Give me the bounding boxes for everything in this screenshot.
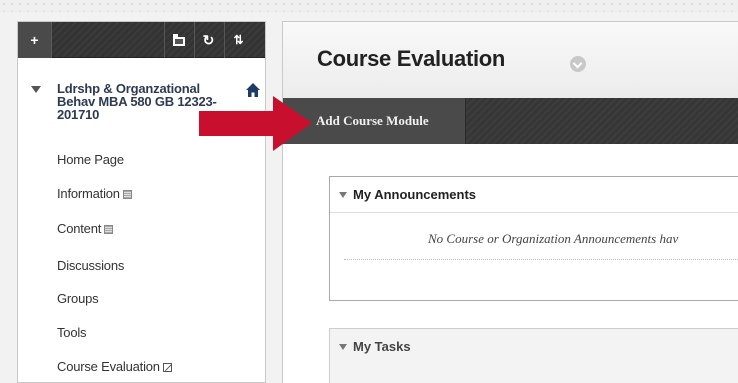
divider [344,259,738,260]
chevron-down-icon[interactable] [339,344,347,350]
reorder-button[interactable]: ⇅ [224,22,252,58]
folder-icon [172,33,185,46]
chevron-down-icon[interactable] [570,56,586,72]
plus-icon: + [30,32,39,48]
module-title: My Tasks [353,339,411,354]
menu-item-information[interactable]: Information [57,186,132,201]
menu-item-content[interactable]: Content [57,221,114,236]
folder-view-button[interactable] [164,22,192,58]
refresh-icon: ↻ [202,32,215,48]
tasks-module: My Tasks [329,328,738,383]
main-content: Course Evaluation Add Course Module My A… [282,21,738,383]
menu-item-label: Course Evaluation [57,359,160,374]
course-menu: + ↻ ⇅ Ldrshp & Organzational Behav MBA 5… [17,21,266,383]
menu-item-label: Tools [57,325,87,340]
menu-item-label: Content [57,221,102,236]
module-title: My Announcements [353,187,477,202]
menu-item-course-evaluation[interactable]: Course Evaluation [57,359,172,374]
content-area-icon [104,225,114,234]
page-header: Course Evaluation [283,22,738,98]
menu-item-tools[interactable]: Tools [57,325,87,340]
red-pointer-arrow-icon [199,96,312,151]
chevron-down-icon[interactable] [339,192,347,198]
content-area-icon [122,190,132,199]
background-strip [0,0,738,12]
sort-icon: ⇅ [233,33,244,47]
chevron-down-icon[interactable] [31,86,41,93]
announcements-module: My Announcements No Course or Organizati… [329,176,738,301]
menu-item-home-page[interactable]: Home Page [57,152,124,167]
module-header: My Announcements [330,177,738,213]
menu-item-label: Discussions [57,258,125,273]
module-header: My Tasks [330,329,738,365]
empty-announcements-text: No Course or Organization Announcements … [428,231,679,246]
add-menu-item-button[interactable]: + [18,22,52,58]
menu-item-label: Information [57,186,120,201]
menu-item-label: Groups [57,291,99,306]
menu-item-groups[interactable]: Groups [57,291,99,306]
menu-item-discussions[interactable]: Discussions [57,258,124,273]
course-menu-toolbar: + ↻ ⇅ [18,22,265,58]
menu-item-label: Home Page [57,152,124,167]
action-bar: Add Course Module [283,98,738,144]
refresh-button[interactable]: ↻ [194,22,222,58]
hidden-from-students-icon [162,363,172,372]
page-title: Course Evaluation [317,46,506,71]
